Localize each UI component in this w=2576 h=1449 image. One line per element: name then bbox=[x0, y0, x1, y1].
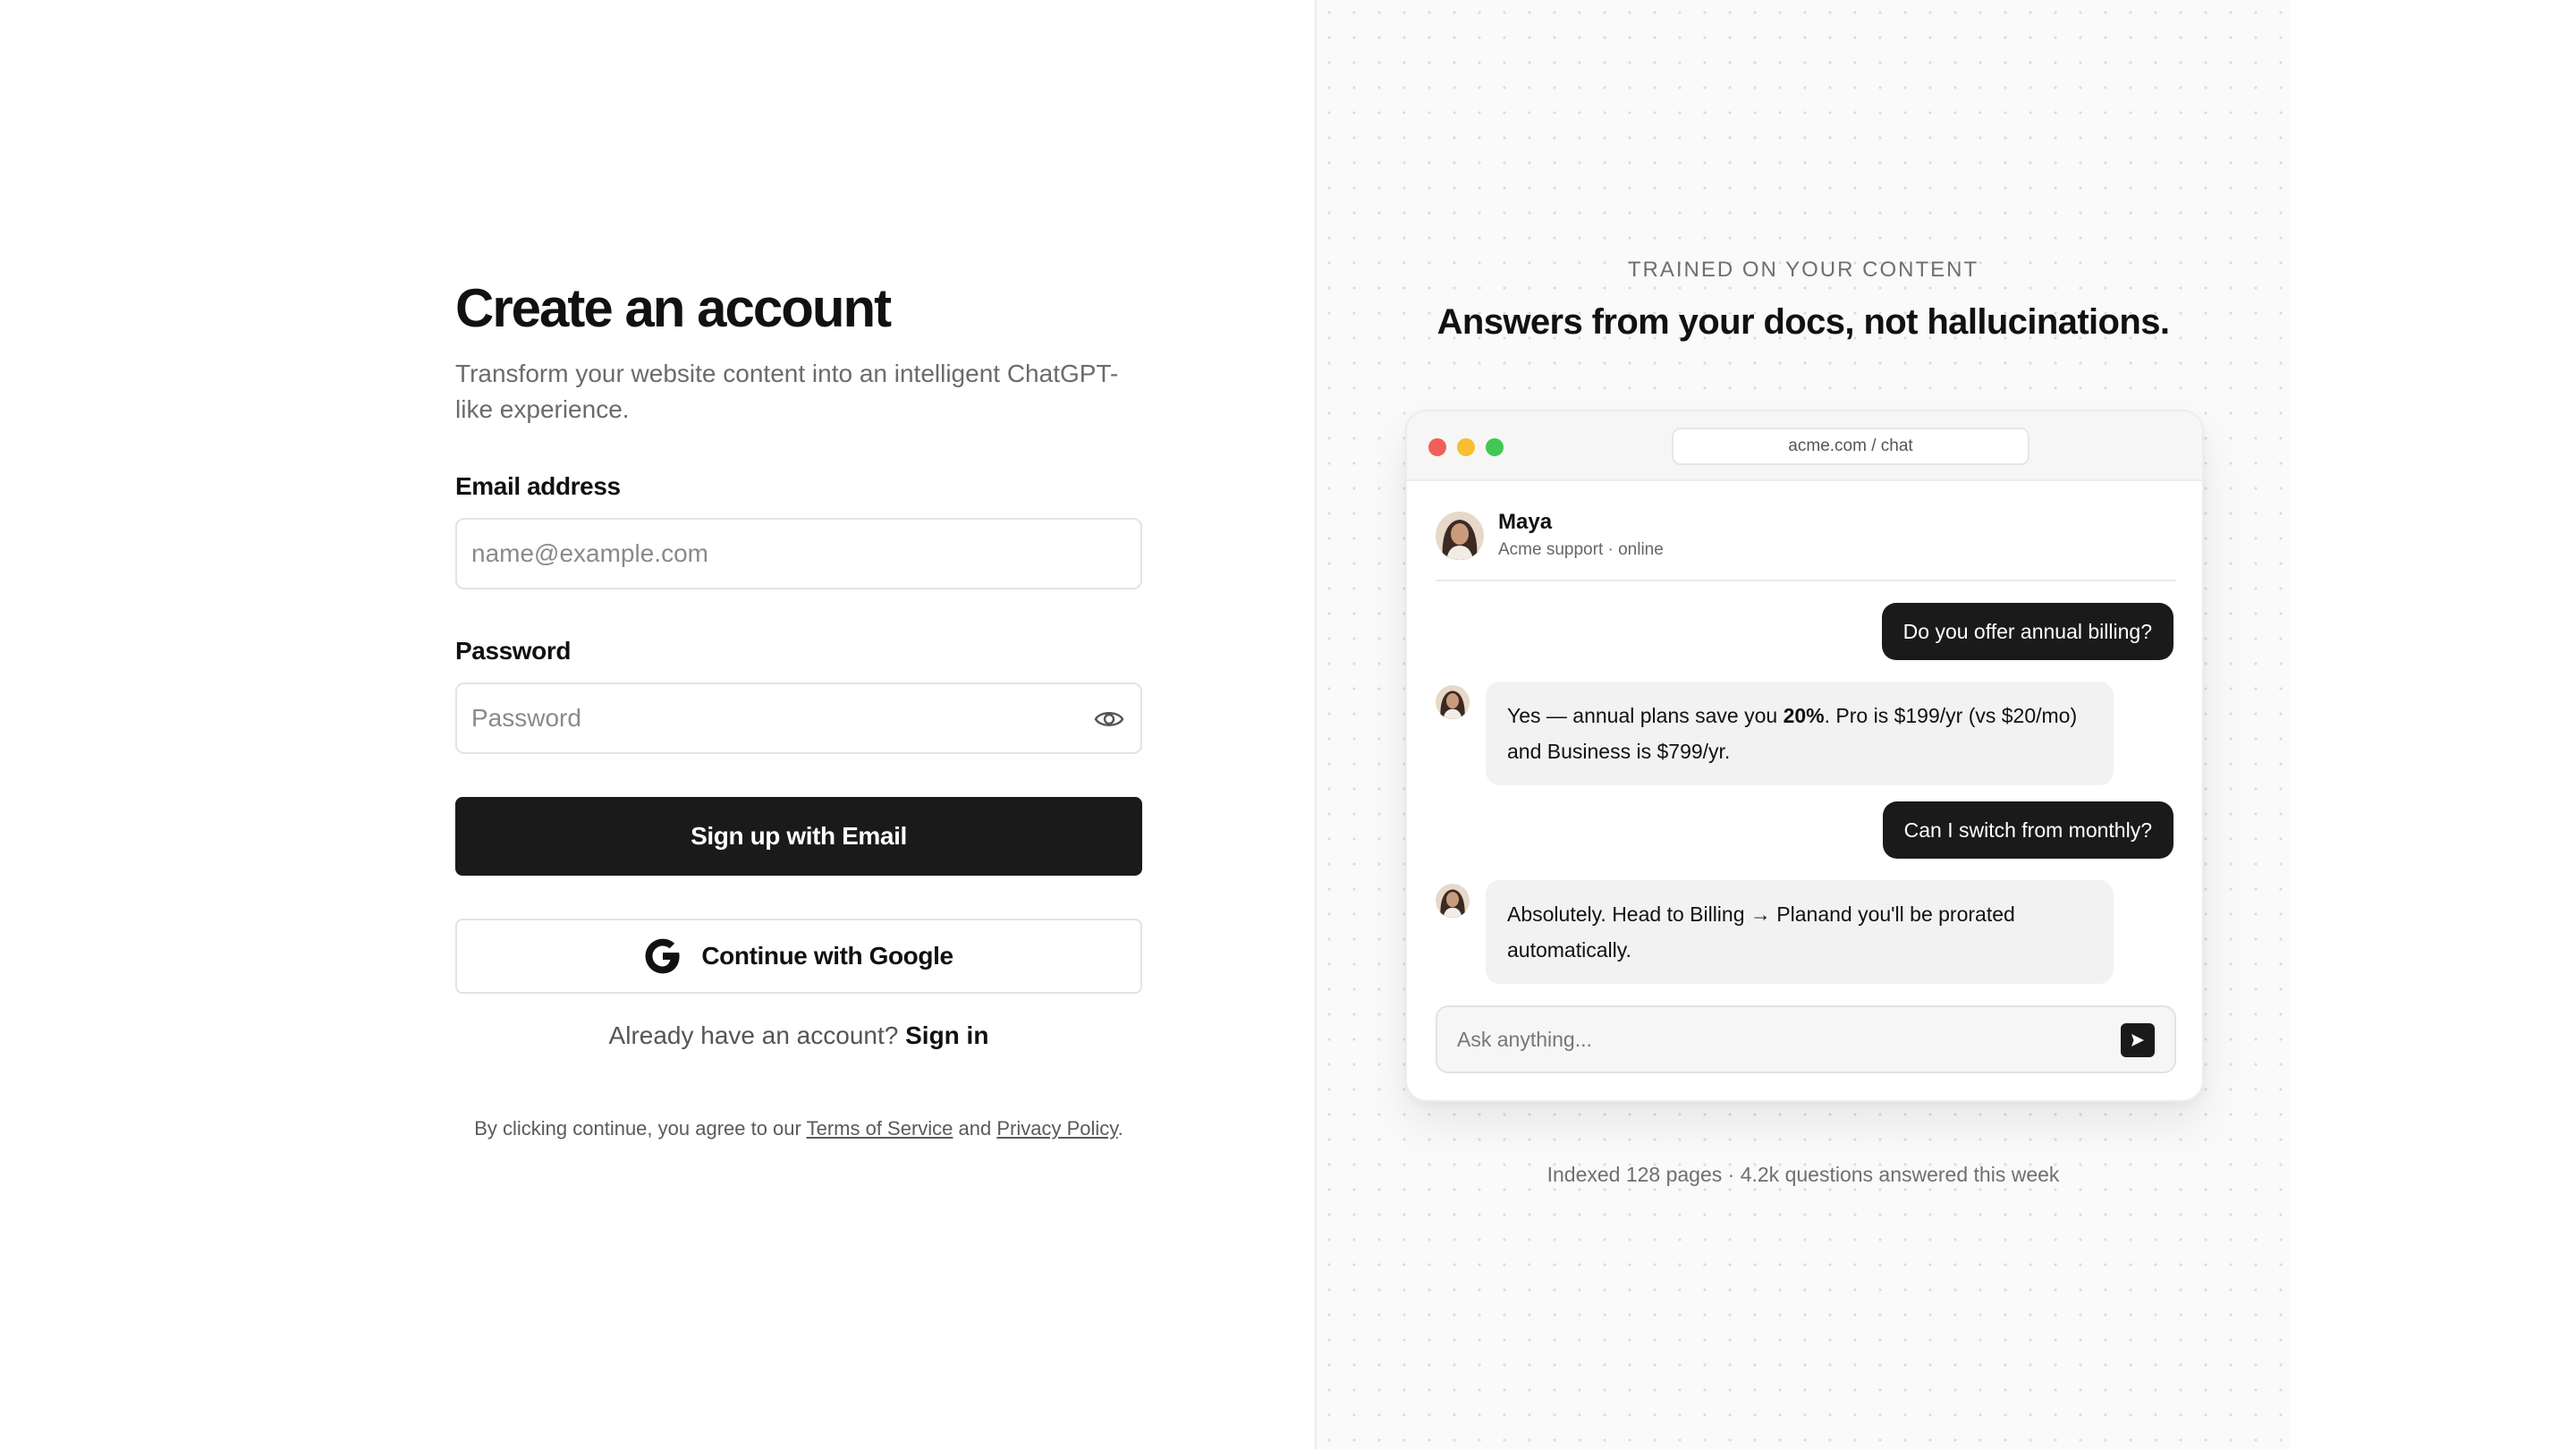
agent-header: Maya Acme support · online bbox=[1436, 510, 2176, 581]
chat-input[interactable] bbox=[1457, 1007, 2083, 1072]
google-icon bbox=[645, 938, 680, 974]
close-dot-icon bbox=[1428, 438, 1446, 456]
window-titlebar: acme.com / chat bbox=[1407, 411, 2202, 481]
password-field-wrapper bbox=[455, 682, 1142, 754]
page-subtitle: Transform your website content into an i… bbox=[455, 360, 1119, 423]
agent-avatar-small bbox=[1436, 884, 1470, 918]
email-field[interactable] bbox=[471, 539, 1126, 568]
privacy-policy-link[interactable]: Privacy Policy bbox=[996, 1117, 1117, 1140]
email-label: Email address bbox=[455, 472, 621, 500]
signin-prompt: Already have an account? Sign in bbox=[455, 1021, 1142, 1050]
legal-and: and bbox=[958, 1117, 992, 1140]
agent-avatar bbox=[1436, 512, 1484, 560]
chat-preview-window: acme.com / chat Maya Acme support · onli… bbox=[1405, 410, 2204, 1102]
agent-avatar-small bbox=[1436, 685, 1470, 719]
legal-suffix: . bbox=[1117, 1117, 1123, 1140]
password-field[interactable] bbox=[471, 704, 1078, 733]
legal-notice: By clicking continue, you agree to our T… bbox=[455, 1114, 1142, 1143]
agent-name: Maya bbox=[1498, 510, 1553, 534]
user-message: Can I switch from monthly? bbox=[1882, 801, 2174, 859]
usage-stats: Indexed 128 pages · 4.2k questions answe… bbox=[1546, 1163, 2060, 1186]
continue-with-google-button[interactable]: Continue with Google bbox=[455, 919, 1142, 994]
assistant-message-highlight: 20% bbox=[1783, 704, 1825, 727]
chat-composer bbox=[1436, 1005, 2176, 1073]
email-field-wrapper bbox=[455, 518, 1142, 589]
right-margin bbox=[2290, 0, 2576, 1449]
sign-up-email-button[interactable]: Sign up with Email bbox=[455, 797, 1142, 876]
eye-icon[interactable] bbox=[1094, 706, 1124, 733]
password-label: Password bbox=[455, 637, 572, 665]
assistant-message: Yes — annual plans save you 20%. Pro is … bbox=[1486, 682, 2114, 785]
showcase-headline: Answers from your docs, not hallucinatio… bbox=[1436, 302, 2170, 342]
address-bar: acme.com / chat bbox=[1672, 428, 2029, 465]
agent-status: Acme support · online bbox=[1498, 540, 1664, 559]
assistant-message-text: Yes — annual plans save you bbox=[1507, 704, 1784, 727]
send-button[interactable] bbox=[2121, 1023, 2155, 1057]
terms-of-service-link[interactable]: Terms of Service bbox=[807, 1117, 953, 1140]
minimize-dot-icon bbox=[1457, 438, 1475, 456]
page-title: Create an account bbox=[455, 278, 892, 338]
user-message: Do you offer annual billing? bbox=[1881, 603, 2174, 660]
google-button-label: Continue with Google bbox=[701, 942, 953, 970]
signup-page: Create an account Transform your website… bbox=[0, 0, 2576, 1449]
signin-prompt-text: Already have an account? bbox=[608, 1021, 899, 1049]
showcase-eyebrow: TRAINED ON YOUR CONTENT bbox=[1627, 258, 1979, 282]
assistant-message: Absolutely. Head to Billing → Planand yo… bbox=[1486, 880, 2114, 984]
sign-in-link[interactable]: Sign in bbox=[905, 1021, 988, 1049]
send-icon bbox=[2131, 1034, 2144, 1046]
signup-form: Create an account Transform your website… bbox=[455, 274, 1142, 1140]
legal-prefix: By clicking continue, you agree to our bbox=[474, 1117, 801, 1140]
signup-panel: Create an account Transform your website… bbox=[0, 0, 1313, 1449]
maximize-dot-icon bbox=[1486, 438, 1504, 456]
